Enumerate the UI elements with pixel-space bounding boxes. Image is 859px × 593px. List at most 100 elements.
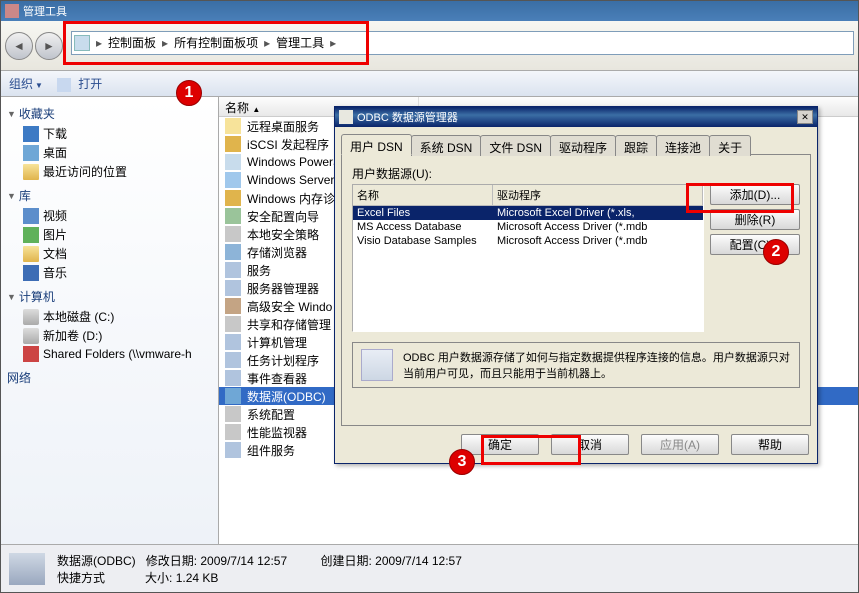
tree-item-pictures[interactable]: 图片	[23, 225, 214, 244]
file-icon	[225, 190, 241, 206]
tab-pooling[interactable]: 连接池	[656, 135, 710, 156]
crumb-0[interactable]: 控制面板	[104, 34, 160, 51]
file-icon	[225, 118, 241, 134]
file-icon	[225, 406, 241, 422]
recent-icon	[23, 164, 39, 180]
chevron-right-icon[interactable]: ▸	[94, 36, 104, 50]
file-icon	[225, 298, 241, 314]
file-icon	[225, 154, 241, 170]
annotation-callout-1: 1	[176, 80, 202, 106]
open-button[interactable]: 打开	[57, 75, 102, 92]
file-icon	[225, 424, 241, 440]
tab-strip: 用户 DSN 系统 DSN 文件 DSN 驱动程序 跟踪 连接池 关于	[341, 133, 811, 155]
collapse-icon[interactable]: ▼	[7, 292, 16, 302]
dsn-row[interactable]: Excel FilesMicrosoft Excel Driver (*.xls…	[353, 206, 703, 220]
tab-user-dsn[interactable]: 用户 DSN	[341, 134, 412, 155]
tab-about[interactable]: 关于	[709, 135, 751, 156]
file-icon	[225, 262, 241, 278]
odbc-dialog[interactable]: ODBC 数据源管理器 ✕ 用户 DSN 系统 DSN 文件 DSN 驱动程序 …	[334, 106, 818, 464]
tree-item-recent[interactable]: 最近访问的位置	[23, 162, 214, 181]
file-icon	[225, 244, 241, 260]
picture-icon	[23, 227, 39, 243]
titlebar[interactable]: 管理工具	[1, 1, 858, 21]
organize-menu[interactable]: 组织▼	[9, 75, 43, 92]
open-icon	[57, 78, 71, 92]
apply-button[interactable]: 应用(A)	[641, 434, 719, 455]
annotation-callout-2: 2	[763, 239, 789, 265]
network-group[interactable]: 网络	[7, 369, 214, 386]
add-button[interactable]: 添加(D)...	[710, 184, 800, 205]
nav-tree[interactable]: ▼ 收藏夹 下载 桌面 最近访问的位置 ▼ 库 视频 图片	[1, 97, 219, 544]
ok-button[interactable]: 确定	[461, 434, 539, 455]
close-button[interactable]: ✕	[797, 110, 813, 124]
dialog-icon	[339, 110, 353, 124]
crumb-1[interactable]: 所有控制面板项	[170, 34, 262, 51]
tab-file-dsn[interactable]: 文件 DSN	[480, 135, 551, 156]
nav-bar: ◄ ► ▸ 控制面板 ▸ 所有控制面板项 ▸ 管理工具 ▸	[1, 21, 858, 71]
file-icon	[225, 388, 241, 404]
forward-button[interactable]: ►	[35, 32, 63, 60]
crumb-2[interactable]: 管理工具	[272, 34, 328, 51]
toolbar: 组织▼ 打开	[1, 71, 858, 97]
dsn-row[interactable]: MS Access DatabaseMicrosoft Access Drive…	[353, 220, 703, 234]
annotation-callout-3: 3	[449, 449, 475, 475]
sort-asc-icon: ▲	[252, 105, 260, 114]
dsn-driver: Microsoft Access Driver (*.mdb	[497, 235, 699, 247]
col-dsn-name[interactable]: 名称	[353, 185, 493, 205]
collapse-icon[interactable]: ▼	[7, 109, 16, 119]
window-title: 管理工具	[23, 3, 67, 19]
app-icon	[5, 4, 19, 18]
libraries-group[interactable]: ▼ 库	[7, 187, 214, 204]
tree-item-c[interactable]: 本地磁盘 (C:)	[23, 307, 214, 326]
chevron-right-icon[interactable]: ▸	[328, 36, 338, 50]
tree-item-desktop[interactable]: 桌面	[23, 143, 214, 162]
dsn-row[interactable]: Visio Database SamplesMicrosoft Access D…	[353, 234, 703, 248]
info-box: ODBC 用户数据源存储了如何与指定数据提供程序连接的信息。用户数据源只对当前用…	[352, 342, 800, 388]
dialog-titlebar[interactable]: ODBC 数据源管理器 ✕	[335, 107, 817, 127]
tree-item-music[interactable]: 音乐	[23, 263, 214, 282]
dialog-title: ODBC 数据源管理器	[357, 109, 458, 125]
video-icon	[23, 208, 39, 224]
tree-item-downloads[interactable]: 下载	[23, 124, 214, 143]
collapse-icon[interactable]: ▼	[7, 191, 16, 201]
dsn-name: MS Access Database	[357, 221, 497, 233]
tree-item-shared[interactable]: Shared Folders (\\vmware-h	[23, 345, 214, 363]
tree-item-documents[interactable]: 文档	[23, 244, 214, 263]
desktop-icon	[23, 145, 39, 161]
file-icon	[225, 442, 241, 458]
tab-system-dsn[interactable]: 系统 DSN	[411, 135, 482, 156]
chevron-down-icon: ▼	[35, 81, 43, 90]
dsn-list-label: 用户数据源(U):	[352, 165, 800, 182]
tab-drivers[interactable]: 驱动程序	[550, 135, 616, 156]
chevron-right-icon[interactable]: ▸	[262, 36, 272, 50]
file-icon	[225, 208, 241, 224]
file-icon	[225, 316, 241, 332]
help-button[interactable]: 帮助	[731, 434, 809, 455]
dsn-list[interactable]: 名称 驱动程序 Excel FilesMicrosoft Excel Drive…	[352, 184, 704, 332]
breadcrumb[interactable]: ▸ 控制面板 ▸ 所有控制面板项 ▸ 管理工具 ▸	[71, 31, 854, 55]
cancel-button[interactable]: 取消	[551, 434, 629, 455]
folder-icon	[74, 35, 90, 51]
disk-icon	[23, 328, 39, 344]
tree-item-d[interactable]: 新加卷 (D:)	[23, 326, 214, 345]
dsn-name: Visio Database Samples	[357, 235, 497, 247]
remove-button[interactable]: 删除(R)	[710, 209, 800, 230]
download-icon	[23, 126, 39, 142]
music-icon	[23, 265, 39, 281]
back-button[interactable]: ◄	[5, 32, 33, 60]
computer-group[interactable]: ▼ 计算机	[7, 288, 214, 305]
col-dsn-driver[interactable]: 驱动程序	[493, 185, 703, 205]
tab-tracing[interactable]: 跟踪	[615, 135, 657, 156]
favorites-group[interactable]: ▼ 收藏夹	[7, 105, 214, 122]
dsn-name: Excel Files	[357, 207, 497, 219]
status-bar: 数据源(ODBC) 修改日期: 2009/7/14 12:57 创建日期: 20…	[1, 544, 858, 592]
tree-item-video[interactable]: 视频	[23, 206, 214, 225]
file-icon	[225, 226, 241, 242]
tab-panel: 用户数据源(U): 名称 驱动程序 Excel FilesMicrosoft E…	[341, 155, 811, 426]
share-icon	[23, 346, 39, 362]
disk-icon	[23, 309, 39, 325]
file-icon	[225, 334, 241, 350]
file-icon	[225, 370, 241, 386]
chevron-right-icon[interactable]: ▸	[160, 36, 170, 50]
dsn-driver: Microsoft Excel Driver (*.xls,	[497, 207, 699, 219]
